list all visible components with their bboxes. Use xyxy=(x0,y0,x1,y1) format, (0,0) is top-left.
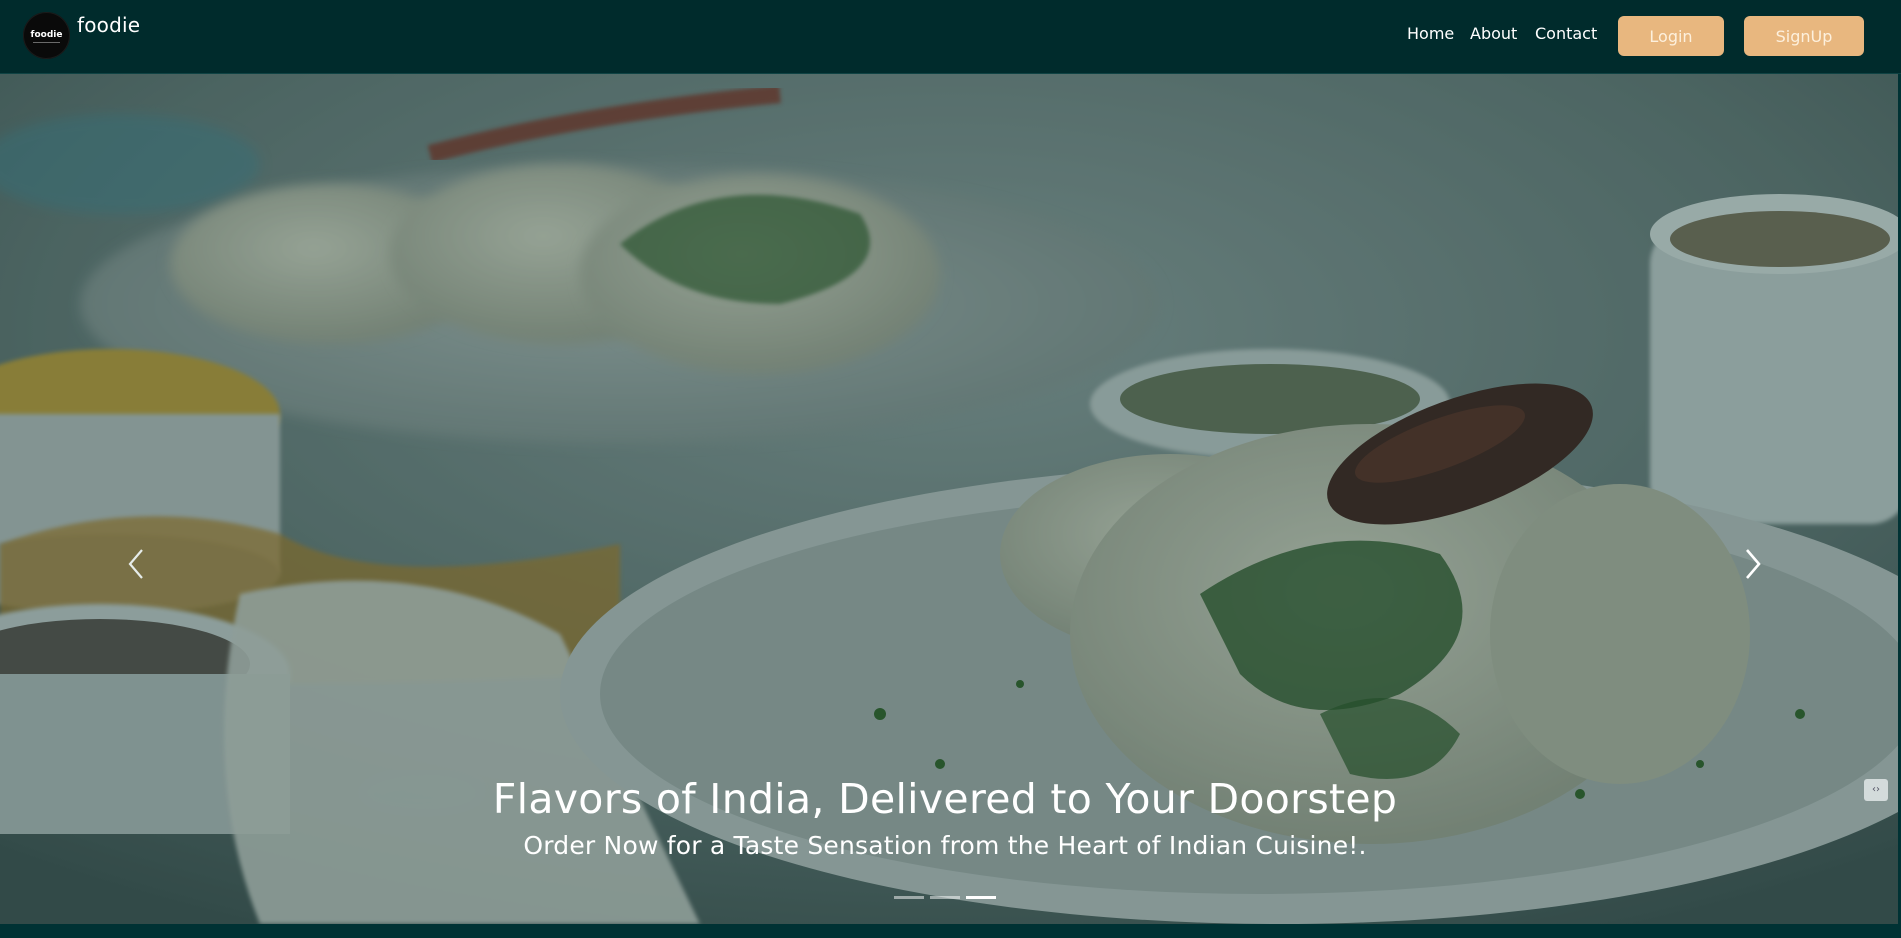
brand-logo[interactable]: foodie xyxy=(23,12,70,59)
logo-underline xyxy=(33,42,60,43)
carousel-indicator-2[interactable] xyxy=(930,896,960,899)
nav-link-home[interactable]: Home xyxy=(1407,24,1454,43)
nav-link-about[interactable]: About xyxy=(1470,24,1517,43)
brand-name[interactable]: foodie xyxy=(77,13,140,37)
page: foodie foodie Home About Contact Login S… xyxy=(0,0,1901,938)
signup-button[interactable]: SignUp xyxy=(1744,16,1864,56)
footer-strip xyxy=(0,924,1901,938)
hero-carousel: Flavors of India, Delivered to Your Door… xyxy=(0,74,1898,924)
carousel-indicator-3[interactable] xyxy=(966,896,996,899)
floating-widget-icon[interactable]: ‹› xyxy=(1864,779,1888,801)
nav-link-contact[interactable]: Contact xyxy=(1535,24,1597,43)
login-button[interactable]: Login xyxy=(1618,16,1724,56)
chevron-left-icon xyxy=(128,549,143,579)
logo-text: foodie xyxy=(30,30,63,40)
carousel-indicator-1[interactable] xyxy=(894,896,924,899)
navbar: foodie foodie Home About Contact Login S… xyxy=(0,0,1901,74)
hero-title: Flavors of India, Delivered to Your Door… xyxy=(492,775,1398,823)
chevron-right-icon xyxy=(1746,549,1761,579)
hero-subtitle: Order Now for a Taste Sensation from the… xyxy=(523,831,1367,860)
carousel-next-button[interactable] xyxy=(1733,544,1773,584)
carousel-prev-button[interactable] xyxy=(116,544,156,584)
